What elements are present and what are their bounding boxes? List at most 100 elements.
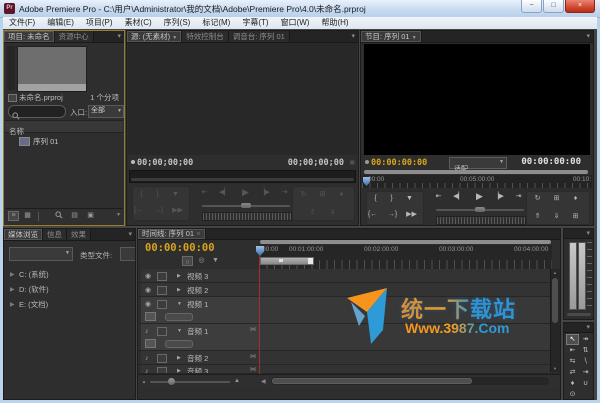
track-header[interactable]: ◉ ▼ 视频 1	[141, 297, 260, 323]
play-in-out-button[interactable]: ▶▶	[406, 209, 417, 220]
icon-view-button[interactable]: ▦	[22, 211, 33, 221]
panel-menu-icon[interactable]: ▾	[583, 323, 593, 332]
work-area-bar[interactable]	[260, 257, 314, 265]
tab-info[interactable]: 信息	[43, 229, 67, 240]
eye-icon[interactable]: ◉	[145, 272, 151, 281]
tool-zoom[interactable]: ⊙	[566, 389, 579, 399]
new-item-button[interactable]: ▣	[85, 211, 96, 221]
expand-icon[interactable]: ▶	[177, 286, 181, 295]
tab-media-browser[interactable]: 媒体浏览	[4, 229, 43, 240]
collapse-icon[interactable]: ▼	[177, 327, 182, 336]
meter-footer-slider[interactable]	[567, 313, 591, 316]
scroll-up-icon[interactable]: ▲	[553, 270, 557, 275]
lock-toggle[interactable]	[157, 286, 167, 295]
expand-icon[interactable]: ▶	[10, 271, 19, 278]
panel-menu-icon[interactable]: ▾	[114, 31, 124, 42]
output-button[interactable]: ♦	[570, 193, 581, 204]
menu-marker[interactable]: 标记(M)	[196, 17, 236, 29]
goto-out-button[interactable]: →}	[153, 205, 164, 216]
expand-icon[interactable]: ▶	[10, 286, 19, 293]
track-header[interactable]: ♪ ▶ 音频 3 ⋈	[141, 365, 260, 373]
menu-help[interactable]: 帮助(H)	[315, 17, 354, 29]
vertical-scrollbar[interactable]: ▲ ▼	[550, 269, 560, 372]
horizontal-scrollbar[interactable]	[271, 377, 549, 385]
track-header[interactable]: ♪ ▶ 音频 2 ⋈	[141, 351, 260, 364]
step-forward-button[interactable]: ▕▶	[259, 187, 270, 198]
drive-row-e[interactable]: ▶ E: (文档)	[5, 297, 134, 312]
source-timecode-current[interactable]: 00;00;00;00	[137, 158, 193, 168]
menu-project[interactable]: 项目(P)	[80, 17, 119, 29]
menu-clip[interactable]: 素材(C)	[119, 17, 158, 29]
set-marker-button[interactable]: ▼	[404, 193, 415, 204]
menu-file[interactable]: 文件(F)	[3, 17, 41, 29]
lock-toggle[interactable]	[157, 354, 167, 363]
play-button[interactable]: ▶	[474, 191, 485, 202]
drive-row-d[interactable]: ▶ D: (软件)	[5, 282, 134, 297]
collapse-icon[interactable]: ▼	[177, 300, 182, 309]
track-header[interactable]: ◉ ▶ 视频 2	[141, 283, 260, 296]
drive-row-c[interactable]: ▶ C: (系统)	[5, 267, 134, 282]
tool-ripple-edit[interactable]: ⇤	[566, 345, 579, 356]
set-marker-button[interactable]: ▼	[210, 256, 221, 266]
lift-button[interactable]: ⇑	[307, 207, 318, 218]
extract-button[interactable]: ⇓	[551, 211, 562, 222]
trim-button[interactable]: ⊞	[570, 211, 581, 222]
scroll-left-icon[interactable]: ◀	[261, 378, 266, 385]
extract-button[interactable]: ⇓	[327, 207, 338, 218]
tab-source[interactable]: 源: (无素材) ▼	[127, 31, 183, 42]
set-in-button[interactable]: {	[136, 189, 147, 200]
find-button[interactable]	[53, 211, 64, 221]
tool-track-select[interactable]: ↠	[579, 334, 592, 345]
menu-window[interactable]: 窗口(W)	[275, 17, 316, 29]
tool-rate-stretch[interactable]: ⇆	[566, 356, 579, 367]
close-button[interactable]: ×	[565, 0, 595, 13]
shuttle-slider[interactable]	[202, 203, 290, 208]
tab-effect-controls[interactable]: 特效控制台	[182, 31, 229, 42]
track-lane[interactable]	[259, 297, 552, 323]
goto-next-edit-button[interactable]: ⇥	[513, 191, 524, 202]
set-out-button[interactable]: }	[386, 193, 397, 204]
keyframe-navigator[interactable]	[165, 313, 193, 321]
menu-sequence[interactable]: 序列(S)	[158, 17, 197, 29]
list-view-button[interactable]: ≡	[8, 211, 19, 221]
eye-icon[interactable]: ◉	[145, 286, 151, 295]
lock-toggle[interactable]	[157, 367, 167, 373]
lock-toggle[interactable]	[157, 300, 167, 309]
encore-chapter-marker-button[interactable]: ◎	[196, 256, 207, 266]
step-back-button[interactable]: ◀▏	[219, 187, 230, 198]
lock-toggle[interactable]	[157, 272, 167, 281]
panel-menu-icon[interactable]: ▾	[125, 229, 135, 240]
timeline-ruler[interactable]: 00:00 00:01:00:00 00:02:00:00 00:03:00:0…	[259, 245, 552, 270]
loop-button[interactable]: ↻	[298, 189, 309, 200]
path-dropdown[interactable]: ▼	[9, 247, 73, 261]
expand-icon[interactable]: ▶	[10, 301, 19, 308]
track-header[interactable]: ◉ ▶ 视频 3	[141, 269, 260, 282]
file-type-dropdown[interactable]	[120, 247, 135, 261]
tab-effects[interactable]: 效果	[67, 229, 91, 240]
tool-razor[interactable]: ∖	[579, 356, 592, 367]
track-header[interactable]: ♪ ▼ 音频 1 ⋈	[141, 324, 260, 350]
set-in-button[interactable]: {	[370, 193, 381, 204]
panel-menu-icon[interactable]: ▾	[583, 229, 593, 238]
tab-audio-mixer[interactable]: 调音台: 序列 01	[228, 31, 290, 42]
tab-resource-center[interactable]: 资源中心	[54, 31, 94, 42]
source-scrub-bar[interactable]	[129, 170, 356, 183]
goto-next-edit-button[interactable]: ⇥	[279, 187, 290, 198]
timeline-zoom-scrollbar[interactable]	[260, 240, 551, 244]
search-box[interactable]	[8, 105, 66, 120]
vertical-scrollbar-thumb[interactable]	[552, 278, 558, 323]
gang-icon[interactable]: ▣	[349, 159, 355, 166]
tab-timeline[interactable]: 时间线: 序列 01 ×	[138, 229, 206, 239]
zoom-out-icon[interactable]: ▲	[142, 379, 146, 384]
jog-wheel[interactable]	[436, 216, 526, 225]
display-style-button[interactable]	[145, 339, 156, 348]
tool-selection[interactable]: ↖	[566, 334, 579, 345]
timeline-timecode[interactable]: 00:00:00:00	[145, 242, 215, 254]
set-out-button[interactable]: }	[152, 189, 163, 200]
goto-previous-edit-button[interactable]: ⇤	[433, 191, 444, 202]
track-lane[interactable]	[259, 365, 552, 373]
zoom-slider[interactable]	[150, 378, 230, 385]
output-button[interactable]: ♦	[336, 189, 347, 200]
tool-hand[interactable]: ∪	[579, 378, 592, 389]
play-button[interactable]: ▶	[240, 187, 251, 198]
